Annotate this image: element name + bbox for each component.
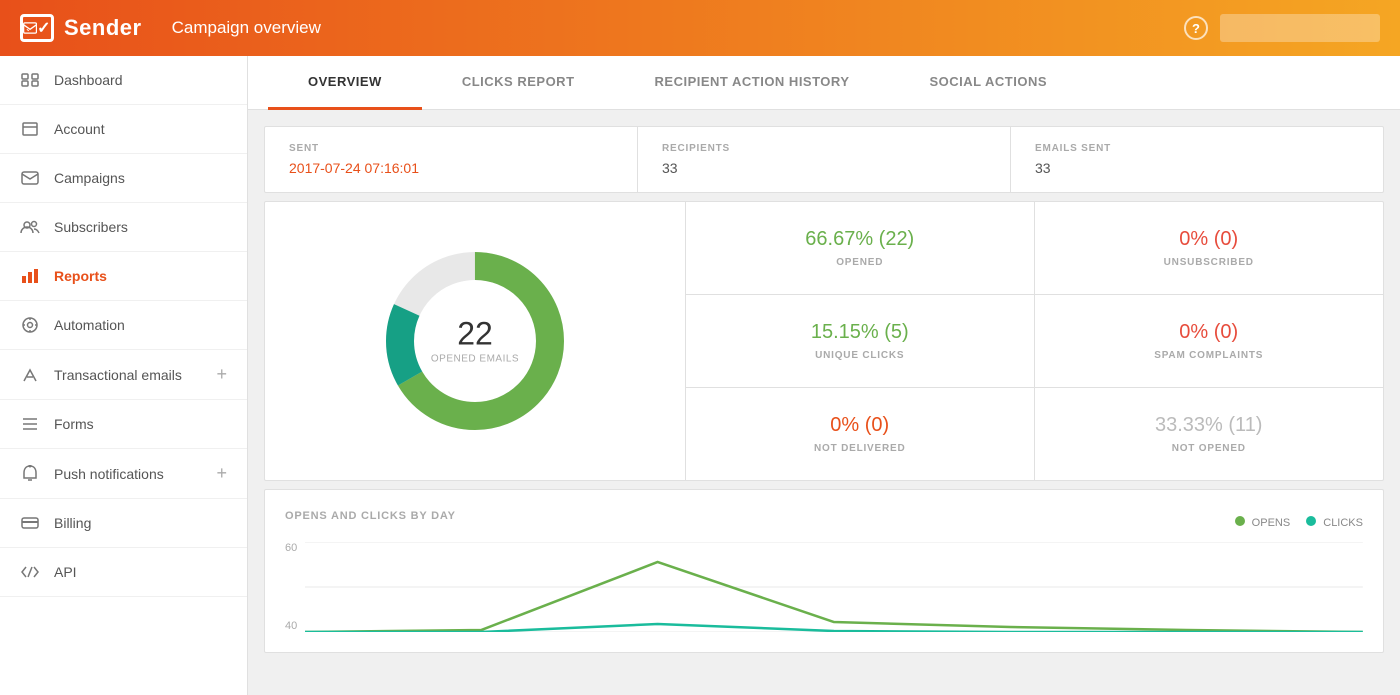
donut-number: 22 <box>431 318 519 350</box>
metric-clicks-label: UNIQUE CLICKS <box>815 350 904 361</box>
sidebar-item-api[interactable]: API <box>0 548 247 597</box>
metric-unsubscribed-value: 0% (0) <box>1179 228 1238 251</box>
sidebar-label-api: API <box>54 564 77 580</box>
transactional-plus-icon[interactable]: + <box>216 364 227 385</box>
push-icon <box>20 464 40 484</box>
clicks-dot <box>1306 516 1316 526</box>
metric-not-opened-value: 33.33% (11) <box>1155 414 1262 437</box>
sidebar-item-transactional[interactable]: Transactional emails + <box>0 350 247 400</box>
metric-opened-label: OPENED <box>836 257 883 268</box>
sidebar-label-campaigns: Campaigns <box>54 170 125 186</box>
metric-unsubscribed-label: UNSUBSCRIBED <box>1164 257 1254 268</box>
sidebar-item-account[interactable]: Account <box>0 105 247 154</box>
tab-clicks[interactable]: CLICKS REPORT <box>422 56 615 110</box>
metric-not-delivered-label: NOT DELIVERED <box>814 443 906 454</box>
sidebar-label-dashboard: Dashboard <box>54 72 123 88</box>
reports-icon <box>20 266 40 286</box>
stat-sent: SENT 2017-07-24 07:16:01 <box>265 127 638 192</box>
dashboard-icon <box>20 70 40 90</box>
metric-not-opened-label: NOT OPENED <box>1172 443 1246 454</box>
sidebar-item-dashboard[interactable]: Dashboard <box>0 56 247 105</box>
sidebar-label-reports: Reports <box>54 268 107 284</box>
stats-bar: SENT 2017-07-24 07:16:01 RECIPIENTS 33 E… <box>264 126 1384 193</box>
metrics-grid: 66.67% (22) OPENED 0% (0) UNSUBSCRIBED 1… <box>685 202 1383 480</box>
main-content: OVERVIEW CLICKS REPORT RECIPIENT ACTION … <box>248 56 1400 695</box>
metric-unique-clicks: 15.15% (5) UNIQUE CLICKS <box>686 295 1035 388</box>
campaigns-icon <box>20 168 40 188</box>
legend-opens: OPENS <box>1235 516 1291 529</box>
billing-icon <box>20 513 40 533</box>
subscribers-icon <box>20 217 40 237</box>
logo-text: Sender <box>64 15 142 41</box>
line-chart <box>305 542 1363 632</box>
sidebar-label-account: Account <box>54 121 105 137</box>
stat-recipients-value: 33 <box>662 160 986 176</box>
chart-title: OPENS AND CLICKS BY DAY <box>285 510 456 522</box>
stat-recipients: RECIPIENTS 33 <box>638 127 1011 192</box>
search-input[interactable] <box>1220 14 1380 42</box>
sidebar-item-subscribers[interactable]: Subscribers <box>0 203 247 252</box>
account-icon <box>20 119 40 139</box>
sidebar-item-forms[interactable]: Forms <box>0 400 247 449</box>
metric-spam-value: 0% (0) <box>1179 321 1238 344</box>
push-plus-icon[interactable]: + <box>216 463 227 484</box>
legend-clicks: CLICKS <box>1306 516 1363 529</box>
sidebar-label-push: Push notifications <box>54 466 164 482</box>
metric-not-delivered: 0% (0) NOT DELIVERED <box>686 388 1035 480</box>
logo: Sender <box>20 14 142 42</box>
tab-social[interactable]: SOCIAL ACTIONS <box>890 56 1088 110</box>
page-title: Campaign overview <box>172 18 321 38</box>
automation-icon <box>20 315 40 335</box>
chart-section: OPENS AND CLICKS BY DAY OPENS CLICKS 60 … <box>264 489 1384 653</box>
transactional-icon <box>20 365 40 385</box>
sidebar-item-push[interactable]: Push notifications + <box>0 449 247 499</box>
opens-dot <box>1235 516 1245 526</box>
metric-not-delivered-value: 0% (0) <box>830 414 889 437</box>
tab-recipient[interactable]: RECIPIENT ACTION HISTORY <box>615 56 890 110</box>
sidebar-item-billing[interactable]: Billing <box>0 499 247 548</box>
main-layout: Dashboard Account Campaigns <box>0 56 1400 695</box>
metric-spam: 0% (0) SPAM COMPLAINTS <box>1035 295 1384 388</box>
stat-emails-sent: EMAILS SENT 33 <box>1011 127 1383 192</box>
donut-center: 22 OPENED EMAILS <box>431 318 519 365</box>
logo-icon <box>20 14 54 42</box>
forms-icon <box>20 414 40 434</box>
stat-emails-sent-label: EMAILS SENT <box>1035 143 1359 154</box>
api-icon <box>20 562 40 582</box>
sidebar-item-automation[interactable]: Automation <box>0 301 247 350</box>
app-header: Sender Campaign overview ? <box>0 0 1400 56</box>
sidebar-label-automation: Automation <box>54 317 125 333</box>
metric-unsubscribed: 0% (0) UNSUBSCRIBED <box>1035 202 1384 295</box>
sidebar: Dashboard Account Campaigns <box>0 56 248 695</box>
metric-not-opened: 33.33% (11) NOT OPENED <box>1035 388 1384 480</box>
stat-emails-sent-value: 33 <box>1035 160 1359 176</box>
stat-sent-label: SENT <box>289 143 613 154</box>
donut-label: OPENED EMAILS <box>431 354 519 365</box>
stat-sent-value: 2017-07-24 07:16:01 <box>289 160 613 176</box>
tabs-bar: OVERVIEW CLICKS REPORT RECIPIENT ACTION … <box>248 56 1400 110</box>
chart-legend: OPENS CLICKS <box>1235 516 1363 529</box>
sidebar-label-subscribers: Subscribers <box>54 219 128 235</box>
donut-chart: 22 OPENED EMAILS <box>375 241 575 441</box>
metric-opened-value: 66.67% (22) <box>805 228 914 251</box>
donut-chart-area: 22 OPENED EMAILS <box>265 202 685 480</box>
metric-clicks-value: 15.15% (5) <box>811 321 909 344</box>
sidebar-label-billing: Billing <box>54 515 91 531</box>
sidebar-label-forms: Forms <box>54 416 94 432</box>
sidebar-label-transactional: Transactional emails <box>54 367 182 383</box>
chart-y-mid: 40 <box>285 620 297 632</box>
stat-recipients-label: RECIPIENTS <box>662 143 986 154</box>
sidebar-item-reports[interactable]: Reports <box>0 252 247 301</box>
tab-overview[interactable]: OVERVIEW <box>268 56 422 110</box>
header-actions: ? <box>1184 14 1380 42</box>
help-button[interactable]: ? <box>1184 16 1208 40</box>
chart-y-max: 60 <box>285 542 297 554</box>
overview-panel: 22 OPENED EMAILS 66.67% (22) OPENED 0% (… <box>264 201 1384 481</box>
sidebar-item-campaigns[interactable]: Campaigns <box>0 154 247 203</box>
metric-spam-label: SPAM COMPLAINTS <box>1154 350 1263 361</box>
metric-opened: 66.67% (22) OPENED <box>686 202 1035 295</box>
